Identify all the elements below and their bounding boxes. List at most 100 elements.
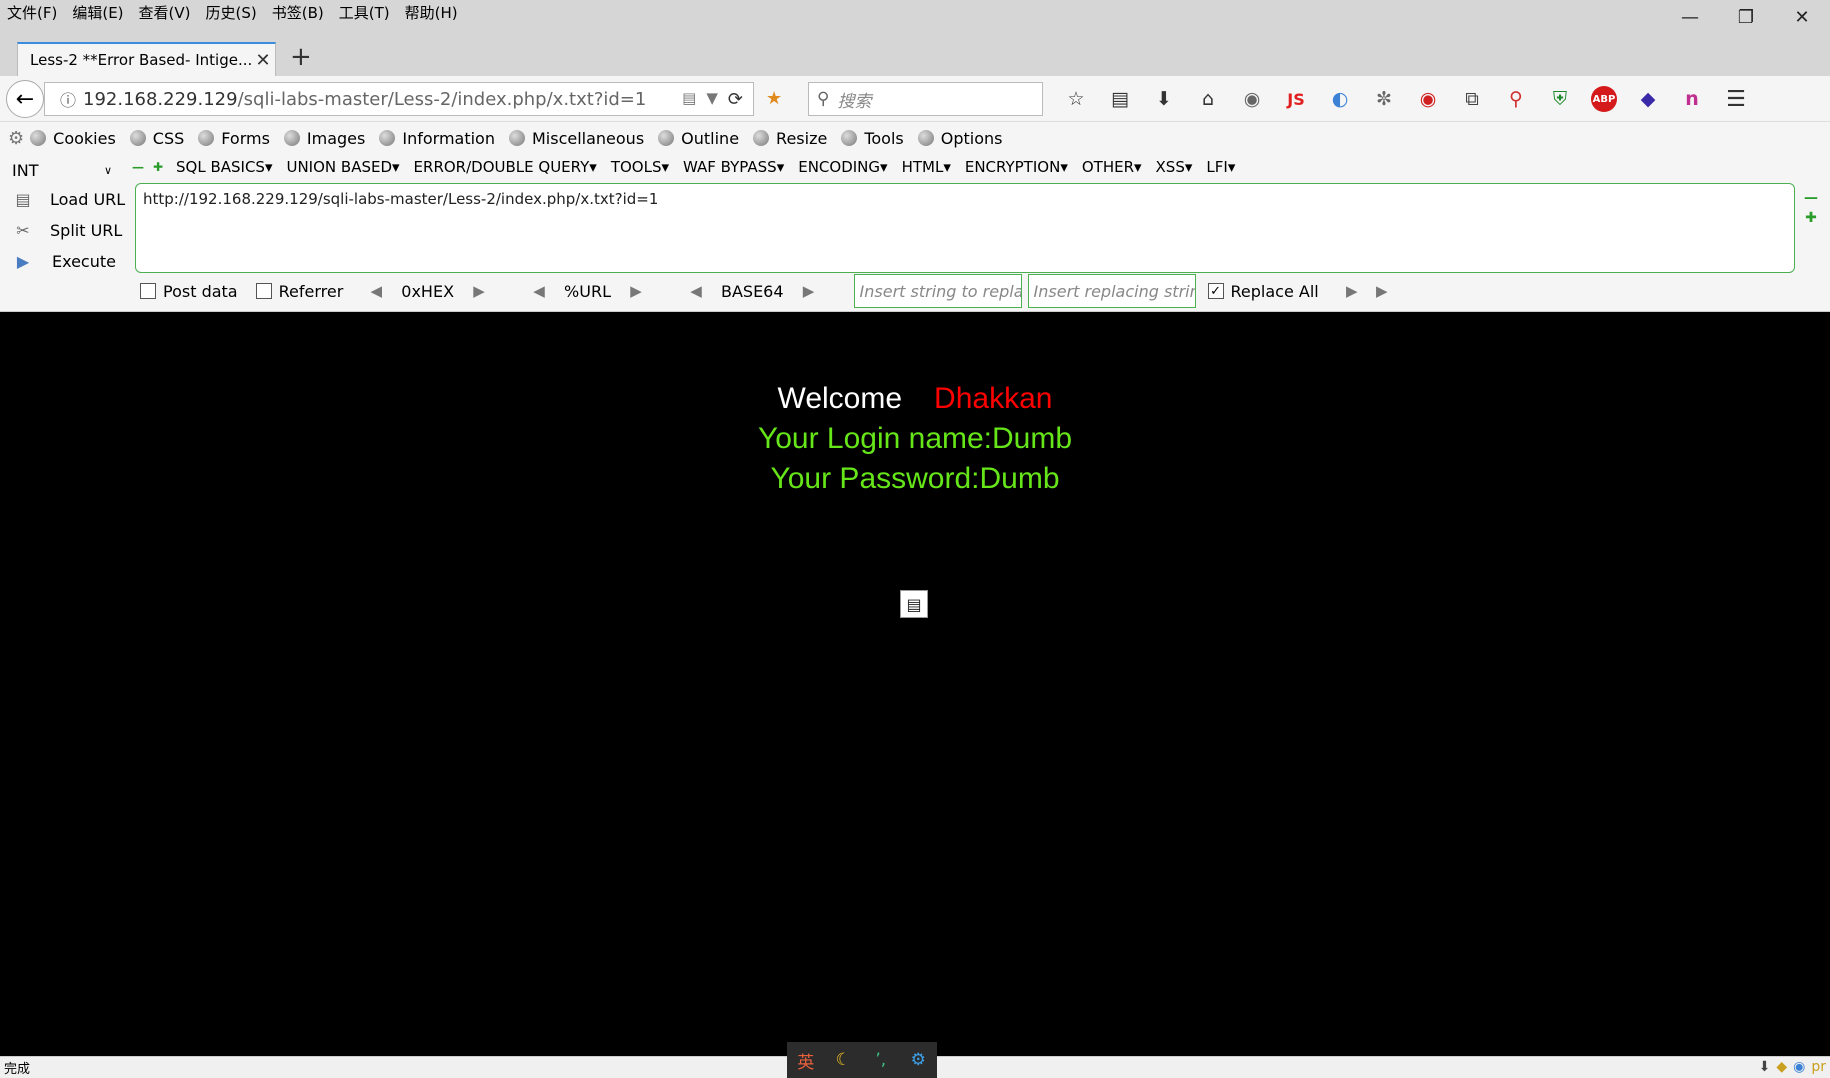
hex-decode-arrow-icon[interactable]: ◀ <box>361 282 391 300</box>
minimize-icon[interactable]: — <box>1662 0 1718 34</box>
images-icon <box>283 130 300 146</box>
information-icon <box>379 130 396 146</box>
menu-history[interactable]: 历史(S) <box>199 0 265 23</box>
addon-status-icon[interactable]: ◆ <box>1776 1059 1787 1075</box>
menu-help[interactable]: 帮助(H) <box>398 0 466 23</box>
dev-forms[interactable]: Forms <box>198 129 270 148</box>
expand-icon[interactable]: ✚ <box>1803 208 1819 228</box>
fox-extension-icon[interactable]: ★ <box>766 88 782 109</box>
shrink-icon[interactable]: — <box>1803 188 1819 208</box>
adguard-icon[interactable]: ⛨ <box>1538 84 1582 114</box>
replace-run-arrow-icon[interactable]: ▶ <box>1367 282 1397 300</box>
menu-union-based[interactable]: UNION BASED▾ <box>286 158 399 176</box>
replace-all-toggle[interactable]: ✓ Replace All <box>1207 282 1319 301</box>
ime-moon-icon[interactable]: ☾ <box>828 1050 858 1070</box>
menu-sql-basics[interactable]: SQL BASICS▾ <box>176 158 272 176</box>
tab-close-icon[interactable]: ✕ <box>251 50 275 71</box>
menu-bookmarks[interactable]: 书签(B) <box>265 0 332 23</box>
menu-encryption[interactable]: ENCRYPTION▾ <box>965 158 1068 176</box>
dropdown-arrow-icon[interactable]: ▼ <box>706 89 718 110</box>
dev-resize[interactable]: Resize <box>753 129 827 148</box>
download-status-icon[interactable]: ⬇ <box>1759 1059 1771 1075</box>
screenshot-icon[interactable]: ⧉ <box>1450 84 1494 114</box>
globe-icon[interactable]: ◉ <box>1230 84 1274 114</box>
menu-xss[interactable]: XSS▾ <box>1156 158 1193 176</box>
globe-status-icon[interactable]: ◉ <box>1793 1059 1805 1075</box>
plus-icon[interactable]: ✚ <box>148 160 168 174</box>
info-icon[interactable]: ⓘ <box>53 87 83 111</box>
replace-all-checkbox[interactable]: ✓ <box>1207 283 1224 299</box>
load-url-button[interactable]: ▤ Load URL <box>8 184 126 215</box>
restore-icon[interactable]: ❐ <box>1718 0 1774 34</box>
reader-view-icon[interactable]: ▤ <box>682 89 696 110</box>
menu-view[interactable]: 查看(V) <box>132 0 199 23</box>
menu-waf-bypass[interactable]: WAF BYPASS▾ <box>683 158 784 176</box>
download-icon[interactable]: ⬇ <box>1142 84 1186 114</box>
menu-html[interactable]: HTML▾ <box>902 158 951 176</box>
js-icon[interactable]: JS <box>1274 84 1318 114</box>
minus-icon[interactable]: — <box>128 160 148 174</box>
menu-error-double-query[interactable]: ERROR/DOUBLE QUERY▾ <box>414 158 597 176</box>
menu-encoding[interactable]: ENCODING▾ <box>798 158 887 176</box>
referrer-toggle[interactable]: Referrer <box>255 282 343 301</box>
hamburger-menu-icon[interactable]: ☰ <box>1714 84 1758 114</box>
dev-information[interactable]: Information <box>379 129 495 148</box>
menu-file[interactable]: 文件(F) <box>0 0 65 23</box>
menu-bar: 文件(F) 编辑(E) 查看(V) 历史(S) 书签(B) 工具(T) 帮助(H… <box>0 0 1830 34</box>
search-box[interactable]: ⚲ 搜索 <box>808 82 1043 116</box>
execute-button[interactable]: ▶ Execute <box>8 246 126 277</box>
address-text[interactable]: 192.168.229.129/sqli-labs-master/Less-2/… <box>83 89 682 110</box>
replace-string-input[interactable]: Insert string to replace <box>853 274 1022 308</box>
base64-encode-arrow-icon[interactable]: ▶ <box>794 282 824 300</box>
dev-miscellaneous[interactable]: Miscellaneous <box>508 129 644 148</box>
bookmarks-list-icon[interactable]: ▤ <box>1098 84 1142 114</box>
star-icon[interactable]: ☆ <box>1054 84 1098 114</box>
hex-encode-arrow-icon[interactable]: ▶ <box>464 282 494 300</box>
ime-punctuation-icon[interactable]: ʼ, <box>866 1050 896 1070</box>
ime-language-toggle[interactable]: 英 <box>791 1048 821 1073</box>
dev-outline[interactable]: Outline <box>658 129 739 148</box>
search-ext-icon[interactable]: ⚲ <box>1494 84 1538 114</box>
settings-gear-icon[interactable]: ⚙ <box>8 128 24 149</box>
post-data-toggle[interactable]: Post data <box>140 282 238 301</box>
split-url-button[interactable]: ✂ Split URL <box>8 215 126 246</box>
address-bar[interactable]: ⓘ 192.168.229.129/sqli-labs-master/Less-… <box>44 82 754 116</box>
url-encode-arrow-icon[interactable]: ▶ <box>621 282 651 300</box>
dev-tools[interactable]: Tools <box>841 129 904 148</box>
close-icon[interactable]: ✕ <box>1774 0 1830 34</box>
reload-icon[interactable]: ⟳ <box>728 89 743 110</box>
new-tab-icon[interactable]: + <box>290 44 312 70</box>
dev-css[interactable]: CSS <box>129 129 184 148</box>
ime-settings-icon[interactable]: ⚙ <box>903 1050 933 1070</box>
post-data-checkbox[interactable] <box>140 283 156 299</box>
translate-icon[interactable]: ◐ <box>1318 84 1362 114</box>
menu-sql-basics-label: SQL BASICS <box>176 158 265 176</box>
back-arrow-icon[interactable]: ← <box>6 80 44 118</box>
replacing-string-input[interactable]: Insert replacing string <box>1027 274 1196 308</box>
resize-icon <box>753 130 770 146</box>
url-decode-arrow-icon[interactable]: ◀ <box>524 282 554 300</box>
tab-strip: Less-2 **Error Based- Intige... ✕ <box>0 34 1830 76</box>
menu-other[interactable]: OTHER▾ <box>1082 158 1142 176</box>
menu-lfi[interactable]: LFI▾ <box>1206 158 1235 176</box>
dev-options[interactable]: Options <box>917 129 1002 148</box>
n-icon[interactable]: n <box>1670 84 1714 114</box>
pr-status-icon[interactable]: pr <box>1811 1059 1826 1075</box>
tab-active[interactable]: Less-2 **Error Based- Intige... ✕ <box>17 42 276 76</box>
base64-decode-arrow-icon[interactable]: ◀ <box>681 282 711 300</box>
menu-edit[interactable]: 编辑(E) <box>65 0 131 23</box>
referrer-checkbox[interactable] <box>255 283 272 299</box>
menu-tools[interactable]: 工具(T) <box>332 0 398 23</box>
hackbar-url-textarea[interactable]: http://192.168.229.129/sqli-labs-master/… <box>135 183 1795 273</box>
dev-cookies[interactable]: Cookies <box>30 129 116 148</box>
diamond-icon[interactable]: ◆ <box>1626 84 1670 114</box>
replace-arrow-icon[interactable]: ▶ <box>1337 282 1367 300</box>
adblock-icon[interactable]: ABP <box>1591 86 1617 112</box>
menu-tools-hb[interactable]: TOOLS▾ <box>611 158 669 176</box>
post-data-label: Post data <box>163 281 238 301</box>
shield-ext-icon[interactable]: ◉ <box>1406 84 1450 114</box>
palette-icon[interactable]: ✼ <box>1362 84 1406 114</box>
home-icon[interactable]: ⌂ <box>1186 84 1230 114</box>
dev-images[interactable]: Images <box>283 129 365 148</box>
injection-type-select[interactable]: INT ∨ <box>8 158 118 182</box>
